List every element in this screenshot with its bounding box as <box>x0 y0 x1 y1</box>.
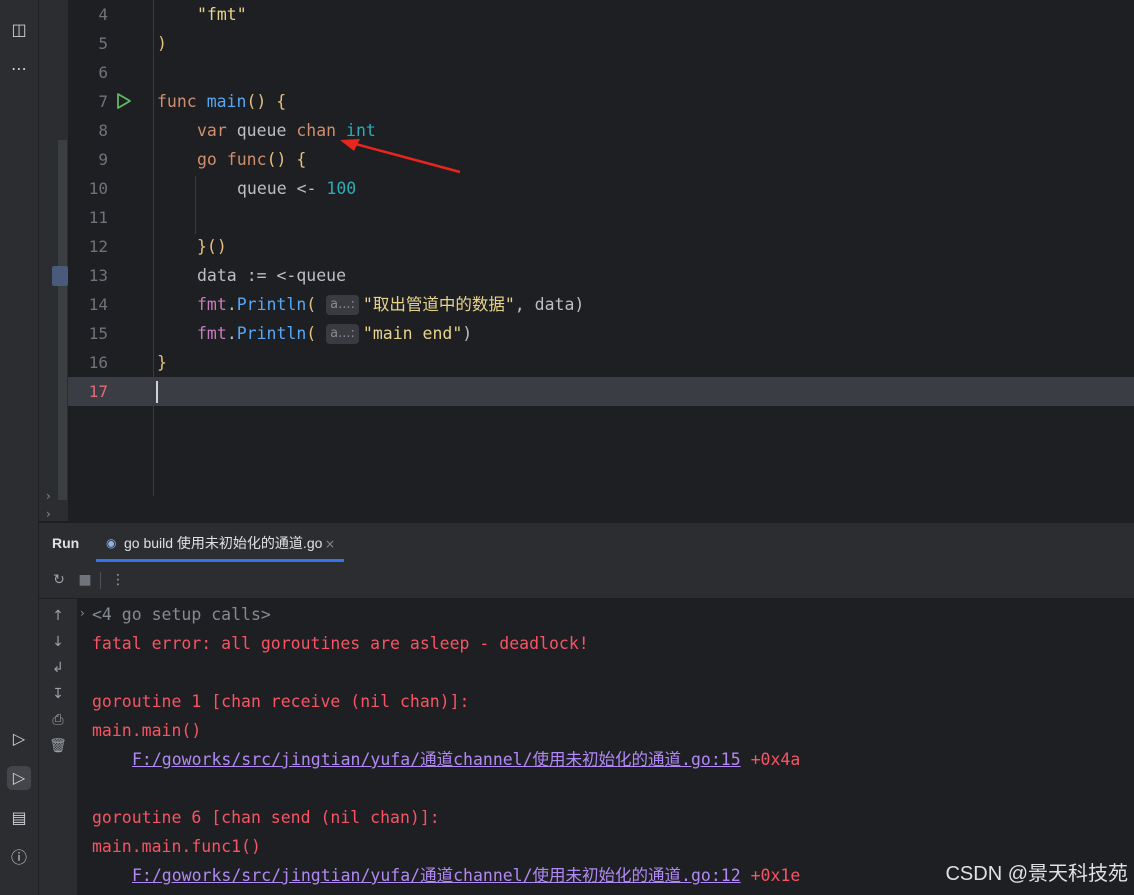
run-gutter-icon[interactable] <box>114 91 134 111</box>
line-number: 5 <box>98 34 108 53</box>
source-link[interactable]: F:/goworks/src/jingtian/yufa/通道channel/使… <box>132 866 741 885</box>
line-number-current: 17 <box>88 382 108 401</box>
stack-function: main.main.func1() <box>92 837 261 856</box>
services-icon[interactable]: ▷ <box>7 727 31 751</box>
parameter-hint: a...: <box>326 295 359 315</box>
run-icon[interactable]: ▷ <box>7 766 31 790</box>
expand-icon[interactable]: › <box>80 605 85 621</box>
scroll-to-end-icon[interactable]: ↧ <box>48 684 68 704</box>
fatal-error-line: fatal error: all goroutines are asleep -… <box>92 634 589 653</box>
expand-icon[interactable]: › <box>46 507 51 521</box>
run-toolbar <box>39 564 1134 599</box>
goroutine-header: goroutine 6 [chan send (nil chan)]: <box>92 808 440 827</box>
goroutine-header: goroutine 1 [chan receive (nil chan)]: <box>92 692 470 711</box>
line-number: 15 <box>88 324 108 343</box>
line-number: 8 <box>98 121 108 140</box>
code-line-7: func main() { <box>157 92 287 111</box>
line-number: 11 <box>88 208 108 227</box>
stack-function: main.main() <box>92 721 202 740</box>
code-line-4: "fmt" <box>197 5 247 24</box>
current-line-highlight <box>68 377 1134 406</box>
options-icon[interactable]: ⋮ <box>109 571 127 589</box>
scroll-down-icon[interactable]: ↓ <box>48 632 68 652</box>
terminal-icon[interactable]: ▤ <box>7 806 31 830</box>
line-number: 14 <box>88 295 108 314</box>
watermark: CSDN @景天科技苑 <box>945 863 1128 885</box>
more-icon[interactable]: ⋯ <box>7 57 31 81</box>
code-line-10: queue <- 100 <box>237 179 357 198</box>
line-number: 6 <box>98 63 108 82</box>
print-icon[interactable]: ⎙ <box>48 710 68 730</box>
text-caret <box>156 381 158 403</box>
problems-icon[interactable]: ⓘ <box>7 846 31 870</box>
gutter-separator <box>153 0 154 496</box>
scroll-marker-strip <box>58 140 67 500</box>
code-line-16: } <box>157 353 167 372</box>
toolbar-divider <box>100 572 101 589</box>
soft-wrap-icon[interactable]: ↲ <box>48 658 68 678</box>
code-line-8: var queue chan int <box>197 121 376 140</box>
line-number: 12 <box>88 237 108 256</box>
expand-icon[interactable]: › <box>46 489 51 503</box>
stack-frame: F:/goworks/src/jingtian/yufa/通道channel/使… <box>132 750 801 769</box>
code-line-9: go func() { <box>197 150 307 169</box>
code-line-5: ) <box>157 34 167 53</box>
source-link[interactable]: F:/goworks/src/jingtian/yufa/通道channel/使… <box>132 750 741 769</box>
structure-icon[interactable]: ◫ <box>7 18 31 42</box>
parameter-hint: a...: <box>326 324 359 344</box>
line-number: 7 <box>98 92 108 111</box>
stack-frame: F:/goworks/src/jingtian/yufa/通道channel/使… <box>132 866 801 885</box>
line-number: 4 <box>98 5 108 24</box>
indent-guide <box>195 176 196 234</box>
code-line-12: }() <box>197 237 227 256</box>
code-line-13: data := <-queue <box>197 266 347 285</box>
line-number: 13 <box>88 266 108 285</box>
setup-calls-fold[interactable]: <4 go setup calls> <box>92 600 271 629</box>
go-file-icon: ◉ <box>106 536 117 550</box>
line-number: 10 <box>88 179 108 198</box>
run-tab-label: go build 使用未初始化的通道.go <box>124 535 323 551</box>
line-number: 9 <box>98 150 108 169</box>
bookmark-marker <box>52 266 68 286</box>
line-number: 16 <box>88 353 108 372</box>
rerun-icon[interactable]: ↻ <box>50 571 68 589</box>
code-line-15: fmt.Println( a...: "main end") <box>197 324 473 344</box>
close-icon[interactable]: × <box>325 534 335 554</box>
scroll-up-icon[interactable]: ↑ <box>48 606 68 626</box>
clear-icon[interactable]: 🗑 <box>48 736 68 756</box>
code-line-14: fmt.Println( a...: "取出管道中的数据", data) <box>197 295 585 315</box>
run-panel-title: Run <box>52 535 80 551</box>
stop-icon[interactable]: ■ <box>76 571 94 589</box>
activity-bar: ◫ ⋯ ▷ ▷ ▤ ⓘ <box>0 0 39 895</box>
